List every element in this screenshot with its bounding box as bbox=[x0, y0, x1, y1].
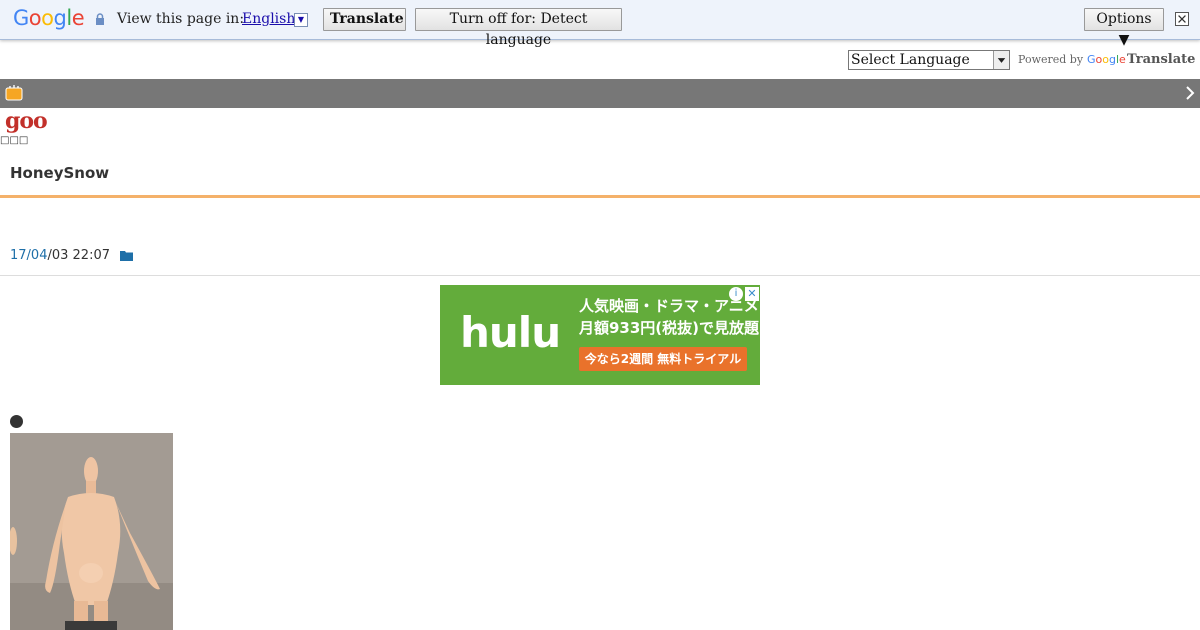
lock-icon bbox=[96, 13, 104, 25]
post-date-link[interactable]: 17/04 bbox=[10, 248, 47, 263]
bullet-icon bbox=[10, 415, 23, 428]
close-icon[interactable] bbox=[1175, 12, 1189, 26]
post-date-time: /03 22:07 bbox=[47, 248, 110, 263]
translate-button[interactable]: Translate bbox=[323, 8, 406, 31]
close-icon[interactable]: ✕ bbox=[745, 287, 759, 301]
hulu-logo: hulu bbox=[460, 308, 561, 357]
powered-by-label: Powered by bbox=[1018, 53, 1084, 66]
translate-bar: Google View this page in: English ▼ Tran… bbox=[0, 0, 1200, 48]
language-dropdown-icon[interactable]: ▼ bbox=[294, 13, 308, 27]
doll-photo[interactable] bbox=[10, 433, 173, 630]
chevron-right-icon[interactable] bbox=[1185, 86, 1195, 100]
unrendered-text: □□□ bbox=[0, 135, 29, 146]
doll-illustration bbox=[10, 433, 173, 630]
hulu-ad-banner[interactable]: hulu 人気映画・ドラマ・アニメ 月額933円(税抜)で見放題 今なら2週間 … bbox=[440, 285, 760, 385]
post-divider bbox=[0, 275, 1200, 276]
post-date: 17/04/03 22:07 bbox=[10, 248, 110, 263]
folder-icon[interactable] bbox=[120, 250, 133, 261]
select-language-value: Select Language bbox=[851, 52, 970, 68]
powered-google-logo: Google bbox=[1087, 53, 1126, 66]
google-logo-letter: o bbox=[28, 6, 42, 30]
blog-title[interactable]: HoneySnow bbox=[10, 164, 109, 182]
site-header-bar bbox=[0, 79, 1200, 108]
bag-icon[interactable] bbox=[5, 84, 23, 101]
chevron-down-icon bbox=[993, 51, 1009, 69]
google-logo: Google bbox=[13, 6, 85, 30]
view-page-label: View this page in: bbox=[117, 11, 245, 27]
turn-off-button[interactable]: Turn off for: Detect language bbox=[415, 8, 622, 48]
language-link[interactable]: English bbox=[242, 11, 295, 27]
select-language-dropdown[interactable]: Select Language bbox=[848, 50, 1010, 70]
ad-subheadline: 月額933円(税抜)で見放題 bbox=[579, 319, 760, 337]
ad-cta-button[interactable]: 今なら2週間 無料トライアル bbox=[579, 347, 747, 371]
header-divider bbox=[0, 195, 1200, 198]
goo-logo[interactable]: goo bbox=[5, 108, 48, 134]
google-logo-letter: e bbox=[71, 6, 85, 30]
info-icon[interactable]: i bbox=[729, 287, 743, 301]
powered-translate-label: Translate bbox=[1127, 52, 1196, 67]
options-button[interactable]: Options ▼ bbox=[1084, 8, 1164, 48]
google-logo-letter: G bbox=[13, 6, 29, 30]
google-logo-letter: o bbox=[41, 6, 54, 30]
google-logo-letter: g bbox=[53, 6, 67, 30]
